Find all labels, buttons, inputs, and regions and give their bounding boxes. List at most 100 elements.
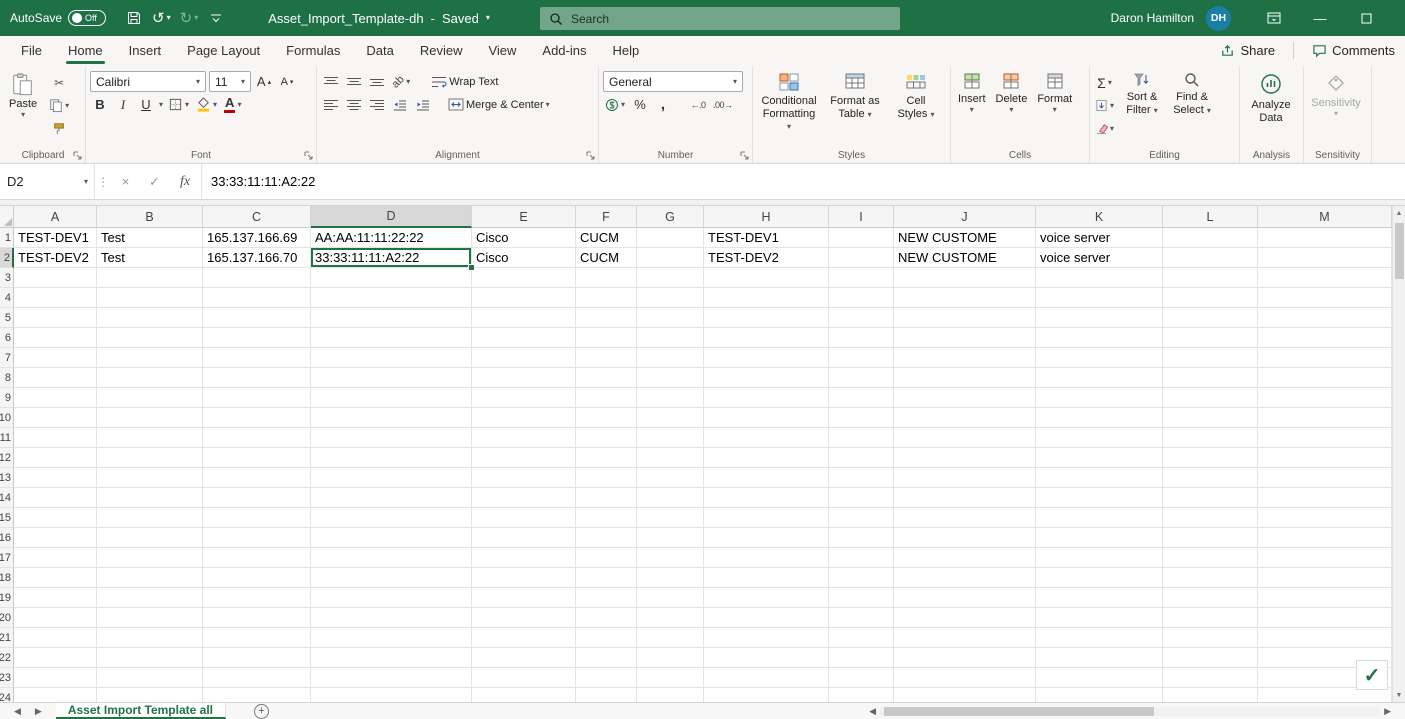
alignment-dialog-launcher[interactable] (586, 151, 595, 160)
cell-E15[interactable] (472, 508, 576, 528)
cell-E5[interactable] (472, 308, 576, 328)
cell-J1[interactable]: NEW CUSTOME (894, 228, 1036, 248)
cell-A8[interactable] (14, 368, 97, 388)
cell-G10[interactable] (637, 408, 704, 428)
vertical-scrollbar-thumb[interactable] (1394, 223, 1404, 279)
cell-G5[interactable] (637, 308, 704, 328)
row-header-18[interactable]: 18 (0, 568, 14, 588)
cell-I1[interactable] (829, 228, 894, 248)
sheet-nav-left-icon[interactable]: ◀ (14, 706, 21, 717)
cell-H14[interactable] (704, 488, 829, 508)
cell-H7[interactable] (704, 348, 829, 368)
cell-E16[interactable] (472, 528, 576, 548)
cell-C1[interactable]: 165.137.166.69 (203, 228, 311, 248)
tab-add-ins[interactable]: Add-ins (529, 36, 599, 64)
clipboard-dialog-launcher[interactable] (73, 151, 82, 160)
cell-M11[interactable] (1258, 428, 1392, 448)
cell-B13[interactable] (97, 468, 203, 488)
tab-help[interactable]: Help (599, 36, 652, 64)
cell-B19[interactable] (97, 588, 203, 608)
cell-H23[interactable] (704, 668, 829, 688)
search-box[interactable] (540, 7, 900, 30)
fill-button[interactable]: ▾ (1093, 95, 1116, 116)
cell-F24[interactable] (576, 688, 637, 702)
cell-M7[interactable] (1258, 348, 1392, 368)
fill-handle[interactable] (468, 264, 475, 271)
cell-styles-button[interactable]: Cell Styles ▾ (888, 69, 944, 147)
cell-B22[interactable] (97, 648, 203, 668)
cell-F15[interactable] (576, 508, 637, 528)
cell-D12[interactable] (311, 448, 472, 468)
cell-D8[interactable] (311, 368, 472, 388)
formula-bar-resizer[interactable]: ⋮ (95, 164, 111, 199)
merge-center-button[interactable]: Merge & Center ▾ (446, 94, 552, 115)
cell-I21[interactable] (829, 628, 894, 648)
cell-F4[interactable] (576, 288, 637, 308)
cell-B18[interactable] (97, 568, 203, 588)
cell-F1[interactable]: CUCM (576, 228, 637, 248)
cell-C9[interactable] (203, 388, 311, 408)
cell-H18[interactable] (704, 568, 829, 588)
cell-J14[interactable] (894, 488, 1036, 508)
cell-A3[interactable] (14, 268, 97, 288)
cell-L3[interactable] (1163, 268, 1258, 288)
hscroll-track[interactable] (880, 706, 1381, 716)
insert-button[interactable]: Insert ▾ (954, 69, 990, 147)
cell-C21[interactable] (203, 628, 311, 648)
cell-C15[interactable] (203, 508, 311, 528)
cell-I14[interactable] (829, 488, 894, 508)
user-name[interactable]: Daron Hamilton (1111, 11, 1194, 25)
copy-dropdown[interactable]: ▾ (65, 101, 69, 110)
cell-B4[interactable] (97, 288, 203, 308)
cell-M3[interactable] (1258, 268, 1392, 288)
cell-G21[interactable] (637, 628, 704, 648)
cell-I23[interactable] (829, 668, 894, 688)
cell-C5[interactable] (203, 308, 311, 328)
increase-indent-button[interactable] (413, 94, 433, 115)
borders-button[interactable]: ▾ (166, 94, 191, 115)
sheet-tab-active[interactable]: Asset Import Template all (55, 703, 226, 719)
cell-L13[interactable] (1163, 468, 1258, 488)
cell-B7[interactable] (97, 348, 203, 368)
comments-button[interactable]: Comments (1304, 40, 1403, 61)
cell-E4[interactable] (472, 288, 576, 308)
cell-F16[interactable] (576, 528, 637, 548)
cell-B15[interactable] (97, 508, 203, 528)
cell-K3[interactable] (1036, 268, 1163, 288)
format-as-table-dropdown[interactable]: ▾ (868, 110, 872, 119)
format-dropdown[interactable]: ▾ (1053, 105, 1057, 114)
cell-F20[interactable] (576, 608, 637, 628)
font-size-combo[interactable]: 11 ▾ (209, 71, 251, 92)
vertical-scrollbar[interactable]: ▲ ▼ (1392, 206, 1405, 702)
cell-L4[interactable] (1163, 288, 1258, 308)
cell-D18[interactable] (311, 568, 472, 588)
sheet-nav-right-icon[interactable]: ▶ (35, 706, 42, 717)
cell-D7[interactable] (311, 348, 472, 368)
cell-B2[interactable]: Test (97, 248, 203, 268)
cell-E2[interactable]: Cisco (472, 248, 576, 268)
cell-I17[interactable] (829, 548, 894, 568)
cut-button[interactable]: ✂ (47, 72, 71, 93)
autosum-dropdown[interactable]: ▾ (1108, 78, 1112, 87)
cell-H21[interactable] (704, 628, 829, 648)
cell-D16[interactable] (311, 528, 472, 548)
share-button[interactable]: Share (1212, 40, 1283, 61)
cell-I18[interactable] (829, 568, 894, 588)
orientation-button[interactable]: ab ▾ (390, 71, 412, 92)
cell-E11[interactable] (472, 428, 576, 448)
cell-A24[interactable] (14, 688, 97, 702)
cell-J13[interactable] (894, 468, 1036, 488)
cell-M24[interactable] (1258, 688, 1392, 702)
cell-M16[interactable] (1258, 528, 1392, 548)
cell-L8[interactable] (1163, 368, 1258, 388)
cell-C19[interactable] (203, 588, 311, 608)
analyze-data-button[interactable]: Analyze Data (1243, 69, 1299, 124)
cell-A10[interactable] (14, 408, 97, 428)
tab-insert[interactable]: Insert (116, 36, 175, 64)
cell-E17[interactable] (472, 548, 576, 568)
undo-dropdown[interactable]: ▾ (167, 14, 171, 22)
cell-J22[interactable] (894, 648, 1036, 668)
cell-B11[interactable] (97, 428, 203, 448)
cell-B21[interactable] (97, 628, 203, 648)
align-left-button[interactable] (321, 94, 341, 115)
